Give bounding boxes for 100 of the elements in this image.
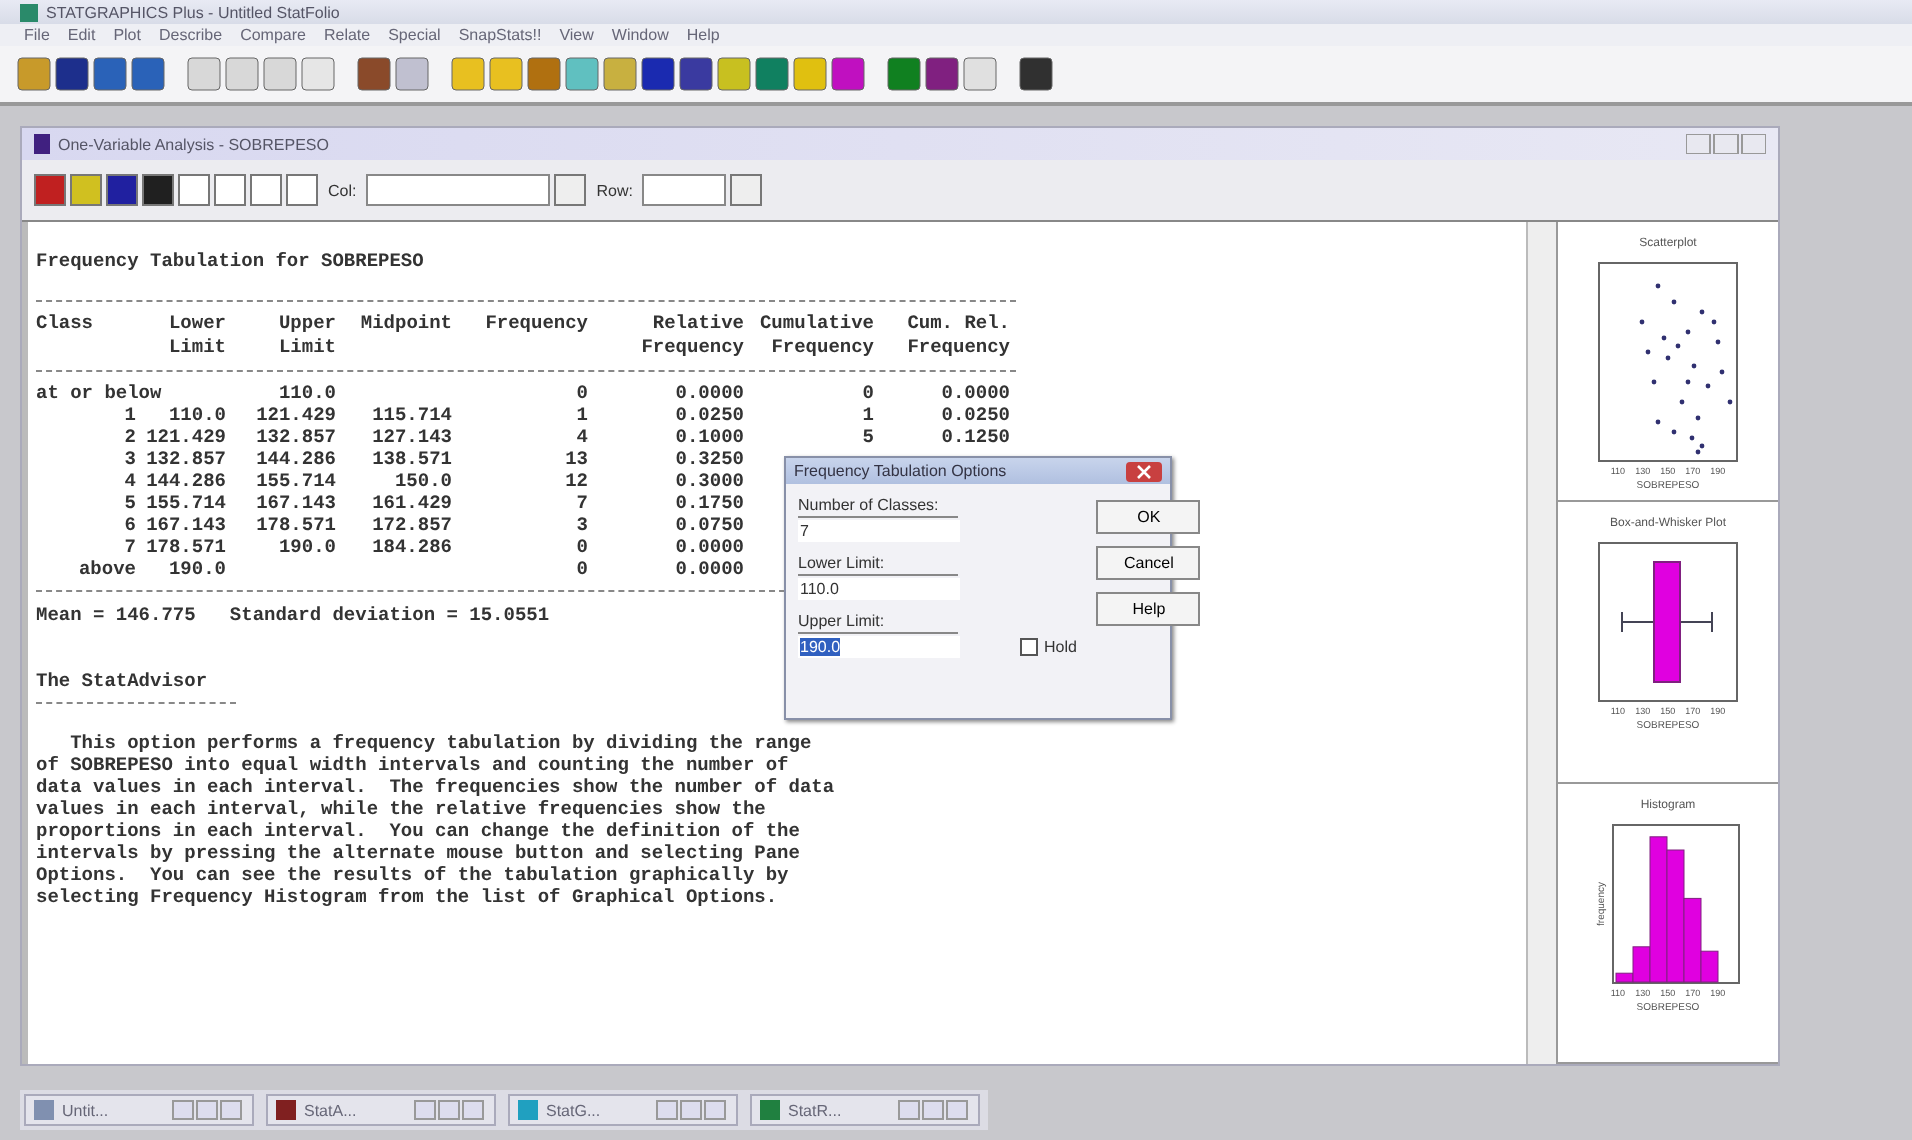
table-cell: 5: [862, 426, 874, 448]
advisor-title: The StatAdvisor: [36, 670, 208, 692]
dialog-button[interactable]: Help: [1096, 592, 1201, 626]
table-cell: 115.714: [372, 404, 452, 426]
table-cell: 1: [124, 404, 136, 426]
minimized-window[interactable]: StatG...: [508, 1094, 738, 1126]
minimized-window[interactable]: StatA...: [266, 1094, 496, 1126]
row-label: Row:: [596, 181, 633, 199]
window-title: STATGRAPHICS Plus - Untitled StatFolio: [46, 3, 340, 21]
table-cell: 127.143: [372, 426, 452, 448]
menu-item[interactable]: Describe: [158, 26, 223, 44]
table-cell: 110.0: [168, 404, 226, 426]
table-cell: 7: [124, 536, 136, 558]
table-cell: 155.714: [146, 492, 226, 514]
dialog-button[interactable]: Cancel: [1096, 546, 1201, 580]
menu-item[interactable]: Window: [611, 26, 669, 44]
minimized-title: Untit...: [62, 1101, 111, 1119]
table-cell: 1: [862, 404, 874, 426]
table-cell: 190.0: [278, 536, 336, 558]
column-header: Frequency: [483, 312, 588, 338]
table-cell: 0.0000: [941, 382, 1010, 404]
table-cell: 1: [576, 404, 588, 426]
table-cell: above: [78, 558, 136, 580]
col-field[interactable]: [366, 174, 551, 206]
table-cell: 0.1750: [675, 492, 744, 514]
table-cell: 132.857: [256, 426, 336, 448]
menu-item[interactable]: Edit: [67, 26, 96, 44]
toolbar-icon[interactable]: [130, 56, 166, 92]
toolbar-icon[interactable]: [356, 56, 392, 92]
toolbar-icon[interactable]: [54, 56, 90, 92]
toolbar-icon[interactable]: [924, 56, 960, 92]
table-cell: 178.571: [256, 514, 336, 536]
input-field[interactable]: 110.0: [798, 578, 960, 600]
dialog-button[interactable]: OK: [1096, 500, 1201, 534]
table-cell: 0: [862, 382, 874, 404]
input-field[interactable]: 190.0: [798, 636, 960, 658]
table-cell: 110.0: [278, 382, 336, 404]
menu-item[interactable]: SnapStats!!: [458, 26, 542, 44]
scrollbar[interactable]: [1526, 222, 1556, 1064]
menu-item[interactable]: Special: [388, 26, 441, 44]
menu-item[interactable]: View: [559, 26, 594, 44]
spin-icon[interactable]: [730, 174, 763, 206]
table-cell: 3: [124, 448, 136, 470]
toolbar-icon[interactable]: [1018, 56, 1054, 92]
table-cell: 2: [124, 426, 136, 448]
toolbar-icon[interactable]: [678, 56, 714, 92]
window-icon: [34, 1100, 54, 1120]
table-cell: 4: [576, 426, 588, 448]
table-cell: 172.857: [372, 514, 452, 536]
toolbar-icon[interactable]: [640, 56, 676, 92]
table-cell: 155.714: [256, 470, 336, 492]
column-header: Upper Limit: [276, 312, 336, 360]
window-controls-icon[interactable]: [898, 1100, 970, 1120]
menu-item[interactable]: File: [24, 26, 50, 44]
table-cell: 121.429: [256, 404, 336, 426]
toolbar-icon[interactable]: [92, 56, 128, 92]
window-icon: [760, 1100, 780, 1120]
close-icon[interactable]: [1126, 461, 1162, 481]
column-header: Cumulative Frequency: [757, 312, 874, 360]
column-header: Cum. Rel. Frequency: [905, 312, 1010, 360]
window-controls-icon[interactable]: [172, 1100, 244, 1120]
child-window-title: One-Variable Analysis - SOBREPESO: [58, 135, 329, 153]
input-field[interactable]: 7: [798, 520, 960, 542]
window-icon: [34, 134, 50, 154]
report-title: Frequency Tabulation for SOBREPESO: [36, 250, 424, 272]
menu-item[interactable]: Compare: [240, 26, 306, 44]
minimized-window[interactable]: Untit...: [24, 1094, 254, 1126]
field-label: Number of Classes:: [798, 496, 941, 514]
table-cell: 184.286: [372, 536, 452, 558]
menu-item[interactable]: Help: [686, 26, 720, 44]
table-cell: 144.286: [146, 470, 226, 492]
spin-icon[interactable]: [554, 174, 587, 206]
hold-checkbox[interactable]: [1020, 638, 1038, 656]
summary-text: Mean = 146.775 Standard deviation = 15.0551: [36, 604, 550, 626]
table-cell: 0: [576, 536, 588, 558]
menu-item[interactable]: Relate: [323, 26, 371, 44]
window-controls-icon[interactable]: [1686, 134, 1766, 154]
dialog-title: Frequency Tabulation Options: [794, 462, 1007, 480]
window-controls-icon[interactable]: [414, 1100, 486, 1120]
toolbar-icon[interactable]: [886, 56, 922, 92]
minimized-window[interactable]: StatR...: [750, 1094, 980, 1126]
window-icon: [276, 1100, 296, 1120]
table-cell: 0.0000: [675, 382, 744, 404]
table-cell: 144.286: [256, 448, 336, 470]
table-cell: 0.0250: [675, 404, 744, 426]
table-cell: 0: [576, 382, 588, 404]
checkbox-label: Hold: [1044, 638, 1077, 656]
menu-item[interactable]: Plot: [113, 26, 141, 44]
table-cell: 6: [124, 514, 136, 536]
table-cell: 5: [124, 492, 136, 514]
advisor-paragraph: This option performs a frequency tabulation by dividing the range of SOBREPESO into equal width intervals and counting the number of data values in each interval. The frequencies show the number of data values in each interval, while the relative frequencies show the proportions in each interval. You can change the definition of the intervals by pressing the alternate mouse button and selecting Pane Options. You can see the results of the tabulation graphically by selecting Frequency Histogram from the list of Graphical Options.: [36, 732, 835, 908]
row-field[interactable]: [642, 174, 727, 206]
column-header: Relative Frequency: [639, 312, 744, 360]
table-cell: 3: [576, 514, 588, 536]
window-controls-icon[interactable]: [656, 1100, 728, 1120]
column-header: Midpoint: [358, 312, 452, 338]
window-icon: [518, 1100, 538, 1120]
table-cell: 12: [565, 470, 588, 492]
table-cell: 150.0: [394, 470, 452, 492]
toolbar-icon[interactable]: [830, 56, 866, 92]
